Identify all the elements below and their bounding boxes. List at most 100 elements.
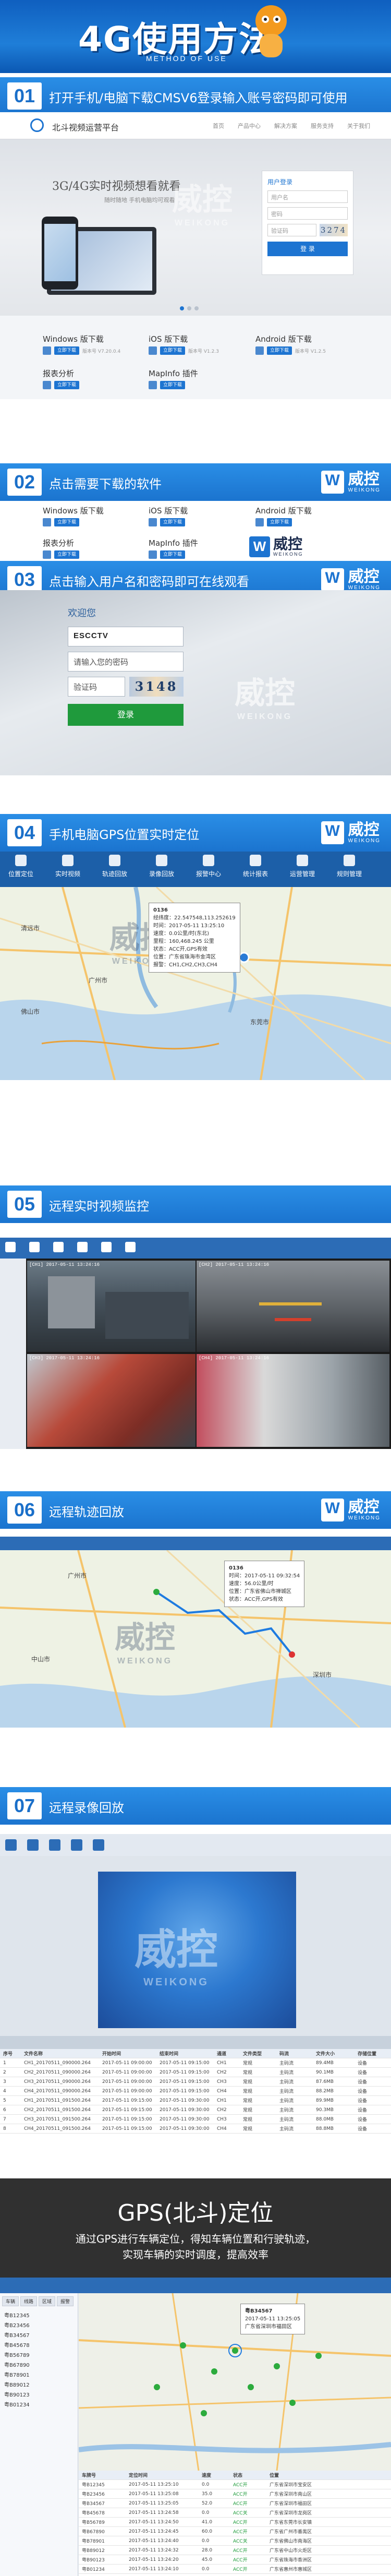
vehicle-item[interactable]: 粤B56789 — [4, 2351, 30, 2361]
table-row[interactable]: 粤B90123 2017-05-11 13:24:20 45.0 ACC开 广东省珠海市… — [79, 2555, 391, 2565]
vehicle-item[interactable]: 粤B78901 — [4, 2370, 30, 2380]
table-row[interactable]: 4 CH4_20170511_090000.264 2017-05-11 09:00… — [0, 2087, 391, 2096]
vehicle-item[interactable]: 粤B67890 — [4, 2361, 30, 2370]
login-button[interactable]: 登录 — [68, 704, 184, 726]
playback-video[interactable]: 威控 WEIKONG — [98, 1872, 296, 2028]
table-row[interactable]: 粤B12345 2017-05-11 13:25:10 0.0 ACC开 广东省深圳市宝… — [79, 2480, 391, 2489]
download-button[interactable]: 立即下载 — [160, 346, 186, 355]
table-row[interactable]: 7 CH3_20170511_091500.264 2017-05-11 09:15… — [0, 2115, 391, 2124]
gps-desc-1: 通过GPS进行车辆定位，得知车辆位置和行驶轨迹， — [75, 2233, 316, 2245]
toolbar-icon[interactable] — [27, 1839, 39, 1851]
toolbar-playback[interactable]: 录像回放 — [141, 855, 182, 878]
download-button[interactable]: 立即下载 — [160, 381, 186, 389]
toolbar-icon[interactable] — [93, 1839, 104, 1851]
tab-area[interactable]: 区域 — [39, 2296, 56, 2306]
vehicle-item[interactable]: 粤B89012 — [4, 2380, 30, 2390]
toolbar-alarm[interactable]: 报警中心 — [188, 855, 229, 878]
tab-vehicle[interactable]: 车辆 — [2, 2296, 19, 2306]
toolbar-icon[interactable] — [5, 1839, 17, 1851]
video-channel-4[interactable]: [CH4] 2017-05-11 13:24:16 — [197, 1354, 389, 1447]
step-01-header: 01 打开手机/电脑下载CMSV6登录输入账号密码即可使用 — [0, 77, 391, 115]
toolbar-icon[interactable] — [125, 1242, 136, 1252]
alarm-icon — [203, 855, 214, 866]
table-row[interactable]: 粤B78901 2017-05-11 13:24:40 0.0 ACC关 广东省佛山市南… — [79, 2536, 391, 2546]
report-icon — [43, 550, 51, 559]
toolbar-icon[interactable] — [101, 1242, 112, 1252]
toolbar-icon[interactable] — [71, 1839, 82, 1851]
toolbar-icon[interactable] — [53, 1242, 64, 1252]
track-map[interactable]: 广州市 中山市 深圳市 威控 WEIKONG 0136 时间：2017-05-11… — [0, 1550, 391, 1728]
toolbar-operation[interactable]: 运营管理 — [282, 855, 323, 878]
video-toolbar — [0, 1238, 391, 1259]
nav-link[interactable]: 首页 — [213, 122, 224, 130]
step-text: 打开手机/电脑下载CMSV6登录输入账号密码即可使用 — [49, 91, 348, 105]
toolbar-track[interactable]: 轨迹回放 — [94, 855, 136, 878]
captcha-input[interactable]: 验证码 — [267, 224, 316, 236]
download-button[interactable]: 立即下载 — [54, 518, 80, 526]
nav-link[interactable]: 服务支持 — [311, 122, 334, 130]
video-channel-1[interactable]: [CH1] 2017-05-11 13:24:16 — [27, 1261, 196, 1352]
gps-heading: GPS(北斗)定位 — [117, 2200, 274, 2226]
download-button[interactable]: 立即下载 — [54, 550, 80, 559]
table-row[interactable]: 粤B45678 2017-05-11 13:24:58 0.0 ACC关 广东省深圳市龙… — [79, 2508, 391, 2518]
vehicle-item[interactable]: 粤B45678 — [4, 2341, 30, 2351]
download-button[interactable]: 立即下载 — [267, 346, 292, 355]
step-02-header: 02 点击需要下载的软件 威控WEIKONG — [0, 463, 391, 501]
toolbar-report[interactable]: 统计报表 — [235, 855, 276, 878]
vehicle-item[interactable]: 粤B12345 — [4, 2311, 30, 2321]
gps-map[interactable]: 清远市 佛山市 广州市 东莞市 威控 WEIKONG 0136 经纬度：22.54… — [0, 887, 391, 1080]
vehicle-item[interactable]: 粤B23456 — [4, 2321, 30, 2331]
toolbar-live-video[interactable]: 实时视频 — [47, 855, 89, 878]
weikong-logo-icon — [321, 821, 344, 844]
password-input[interactable]: 请输入您的密码 — [68, 652, 184, 672]
toolbar-icon[interactable] — [77, 1242, 88, 1252]
toolbar-icon[interactable] — [29, 1242, 40, 1252]
table-row[interactable]: 6 CH2_20170511_091500.264 2017-05-11 09:15… — [0, 2105, 391, 2115]
captcha-image[interactable]: 3274 — [320, 224, 348, 236]
nav-link[interactable]: 解决方案 — [274, 122, 297, 130]
download-button[interactable]: 立即下载 — [54, 381, 80, 389]
welcome-text: 欢迎您 — [68, 608, 96, 619]
table-row[interactable]: 粤B89012 2017-05-11 13:24:32 28.0 ACC开 广东省中山市… — [79, 2546, 391, 2555]
download-button[interactable]: 立即下载 — [160, 518, 186, 526]
table-row[interactable]: 2 CH2_20170511_090000.264 2017-05-11 09:00… — [0, 2068, 391, 2077]
table-row[interactable]: 粤B67890 2017-05-11 13:24:45 60.0 ACC开 广东省广州市… — [79, 2527, 391, 2536]
video-channel-3[interactable]: [CH3] 2017-05-11 13:24:16 — [27, 1354, 196, 1447]
toolbar-position[interactable]: 位置定位 — [0, 855, 42, 878]
nav-link[interactable]: 关于我们 — [347, 122, 370, 130]
captcha-image[interactable]: 3148 — [129, 677, 184, 697]
nav-link[interactable]: 产品中心 — [238, 122, 261, 130]
toolbar-icon[interactable] — [5, 1242, 16, 1252]
toolbar-rules[interactable]: 规则管理 — [328, 855, 370, 878]
table-row[interactable]: 3 CH3_20170511_090000.264 2017-05-11 09:00… — [0, 2077, 391, 2087]
tab-alarm[interactable]: 报警 — [57, 2296, 74, 2306]
captcha-input[interactable]: 验证码 — [68, 677, 125, 697]
playback-timeline[interactable] — [0, 2036, 391, 2049]
vehicle-item[interactable]: 粤B90123 — [4, 2390, 30, 2400]
vehicle-item[interactable]: 粤B01234 — [4, 2400, 30, 2410]
table-row[interactable]: 粤B56789 2017-05-11 13:24:50 41.0 ACC开 广东省东莞市… — [79, 2518, 391, 2527]
password-input[interactable]: 密码 — [267, 207, 348, 220]
vehicle-item[interactable]: 粤B34567 — [4, 2331, 30, 2341]
table-row[interactable]: 1 CH1_20170511_090000.264 2017-05-11 09:00… — [0, 2058, 391, 2068]
login-button[interactable]: 登 录 — [267, 242, 348, 256]
download-button[interactable]: 立即下载 — [267, 518, 292, 526]
table-row[interactable]: 5 CH1_20170511_091500.264 2017-05-11 09:15… — [0, 2096, 391, 2105]
apple-icon — [149, 518, 157, 526]
username-input[interactable]: 用户名 — [267, 190, 348, 203]
table-row[interactable]: 粤B23456 2017-05-11 13:25:08 35.0 ACC开 广东省深圳市… — [79, 2489, 391, 2499]
video-channel-2[interactable]: [CH2] 2017-05-11 13:24:16 — [197, 1261, 389, 1352]
tab-line[interactable]: 线路 — [20, 2296, 38, 2306]
download-section-1: Windows 版下载 立即下载 版本号 V7.20.0.4 iOS 版下载 立… — [0, 316, 391, 399]
gps-app-map[interactable]: 粤B34567 2017-05-11 13:25:05 广东省深圳市福田区 — [79, 2293, 391, 2471]
mobile-login-form: 欢迎您 ESCCTV 请输入您的密码 验证码 3148 登录 — [68, 606, 224, 757]
username-input[interactable]: ESCCTV — [68, 627, 184, 646]
download-button[interactable]: 立即下载 — [160, 550, 186, 559]
toolbar-icon[interactable] — [49, 1839, 60, 1851]
device-tree[interactable] — [0, 1259, 26, 1449]
table-header: 车牌号 定位时间 速度 状态 位置 — [79, 2471, 391, 2480]
table-row[interactable]: 8 CH4_20170511_091500.264 2017-05-11 09:15… — [0, 2124, 391, 2134]
table-row[interactable]: 粤B34567 2017-05-11 13:25:05 52.0 ACC开 广东省深圳市… — [79, 2499, 391, 2508]
table-row[interactable]: 粤B01234 2017-05-11 13:24:10 0.0 ACC开 广东省惠州市惠… — [79, 2565, 391, 2574]
download-button[interactable]: 立即下载 — [54, 346, 80, 355]
